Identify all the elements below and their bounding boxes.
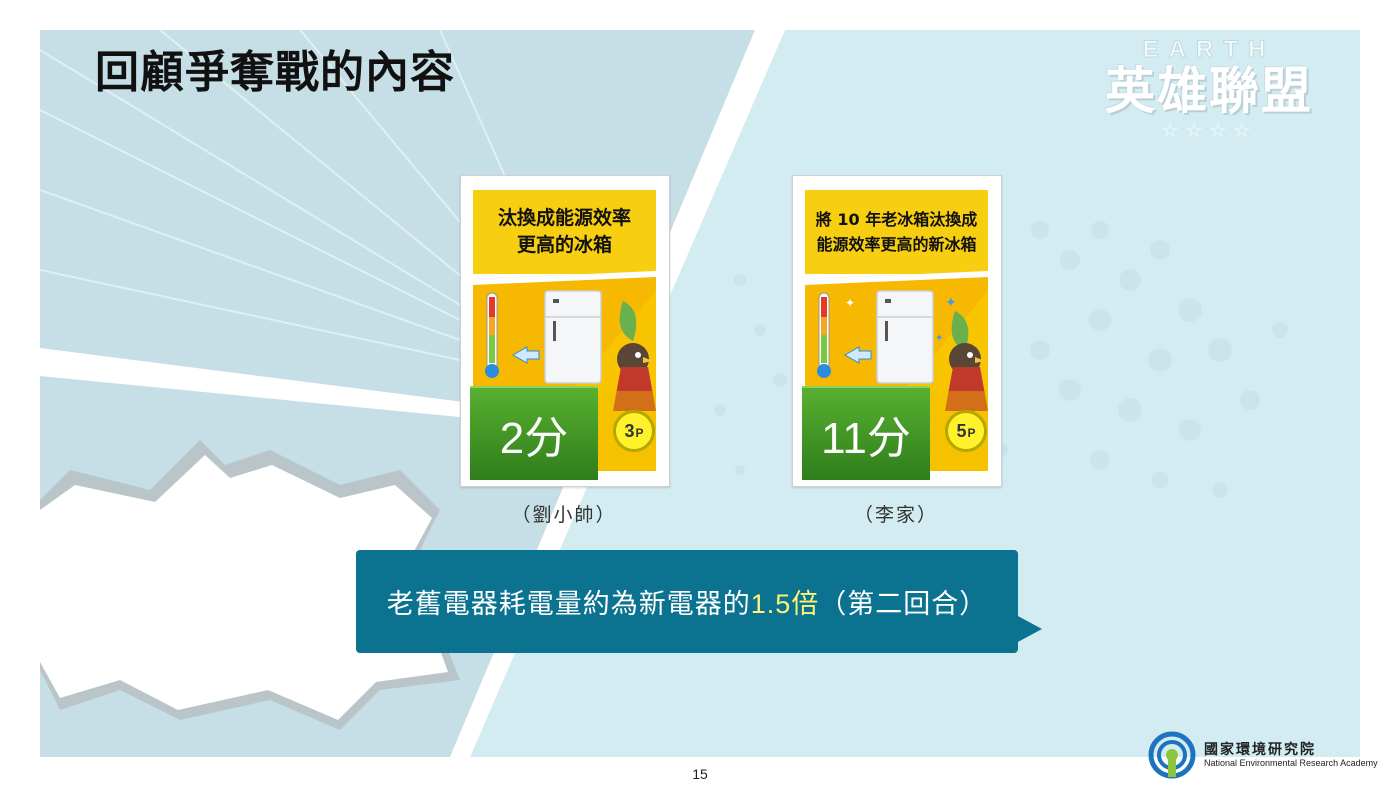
card-2-points: 5	[956, 420, 967, 441]
card-1-line2: 更高的冰箱	[516, 234, 612, 256]
card-1-points: 3	[624, 420, 635, 441]
card-2-header: 將 10 年老冰箱汰換成 能源效率更高的新冰箱	[805, 190, 988, 274]
card-2-line2: 能源效率更高的新冰箱	[816, 235, 977, 254]
card-1-caption: （劉小帥）	[511, 504, 617, 526]
speech-bubble: 老舊電器耗電量約為新電器的 1.5倍 （第二回合）	[356, 550, 1018, 653]
card-2-points-badge: 5P	[945, 410, 987, 452]
card-1-points-suffix: P	[635, 426, 644, 440]
org-logo: 國家環境研究院 National Environmental Research …	[1148, 731, 1400, 781]
earth-heroes-logo: EARTH 英雄聯盟 ☆☆☆☆	[1074, 36, 1344, 143]
card-1-line1: 汰換成能源效率	[497, 207, 631, 229]
score-card-1: 汰換成能源效率 更高的冰箱 2分 3P	[460, 175, 670, 487]
org-english-name: National Environmental Research Academy	[1204, 758, 1378, 768]
page-number: 15	[692, 766, 708, 782]
bubble-round: （第二回合）	[819, 589, 988, 620]
page-title: 回顧爭奪戰的內容	[95, 47, 455, 98]
speech-bubble-tail	[1016, 615, 1042, 643]
score-card-2: 將 10 年老冰箱汰換成 能源效率更高的新冰箱 ✦ ✦ ✦ 11分 5 P	[792, 175, 1002, 487]
bubble-text: 老舊電器耗電量約為新電器的	[386, 589, 751, 620]
card-2-points-suffix: P	[967, 426, 976, 440]
svg-text:✦: ✦	[845, 296, 855, 310]
card-1-score: 2分	[470, 386, 598, 480]
card-2-score: 11分	[802, 386, 930, 480]
logo-main-text: 英雄聯盟	[1105, 62, 1313, 120]
bubble-highlight: 1.5倍	[750, 589, 820, 619]
org-name: 國家環境研究院	[1204, 742, 1316, 758]
card-1-header: 汰換成能源效率 更高的冰箱	[473, 190, 656, 274]
org-emblem-icon	[1148, 731, 1196, 779]
card-1-points-badge: 3P	[613, 410, 655, 452]
card-2-line1: 將 10 年老冰箱汰換成	[815, 210, 978, 229]
svg-text:✦: ✦	[945, 295, 957, 311]
slide: 回顧爭奪戰的內容 EARTH 英雄聯盟 ☆☆☆☆ 汰換成能源效率 更高的冰箱 2…	[40, 30, 1360, 757]
svg-text:✦: ✦	[935, 333, 943, 344]
logo-stars: ☆☆☆☆	[1161, 118, 1257, 142]
card-2-caption: （李家）	[853, 504, 938, 526]
logo-earth-text: EARTH	[1142, 36, 1276, 64]
